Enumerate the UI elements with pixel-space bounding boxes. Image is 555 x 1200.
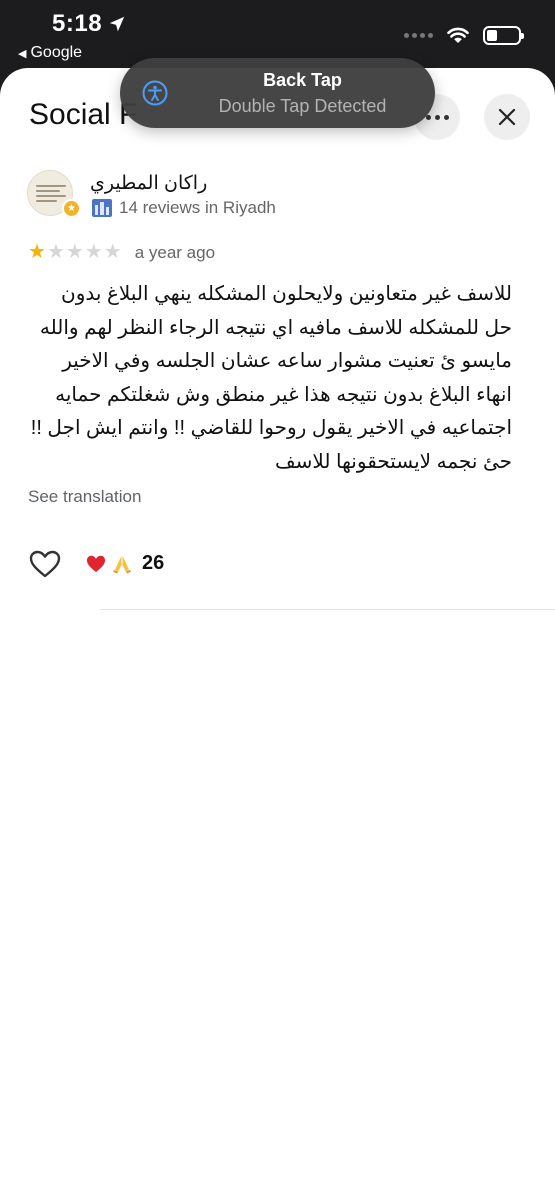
folded-hands-emoji [112,554,132,574]
star-empty-icon: ★ [65,241,84,263]
back-triangle-icon: ◀ [18,47,27,60]
star-empty-icon: ★ [46,241,65,263]
star-filled-icon: ★ [28,241,46,263]
signal-dots-icon [404,33,433,38]
star-rating: ★★★★★ [28,242,123,263]
rating-row: ★★★★★ a year ago [28,242,215,263]
local-guide-badge-icon: ★ [62,199,81,218]
back-tap-toast: Back Tap Double Tap Detected [120,58,435,128]
back-to-app-link[interactable]: ◀ Google [18,44,82,62]
reactions-summary[interactable]: 26 [86,552,164,575]
close-icon [498,108,516,126]
toast-title: Back Tap [263,70,342,90]
reviewer-review-count: 14 reviews in Riyadh [119,198,276,217]
star-empty-icon: ★ [103,241,122,263]
city-icon [92,199,112,217]
review-time: a year ago [134,242,216,262]
close-button[interactable] [484,94,530,140]
divider [100,609,555,610]
clock: 5:18 [52,10,126,38]
status-icons [404,26,524,45]
star-empty-icon: ★ [84,241,103,263]
status-time: 5:18 [52,10,103,37]
see-translation-link[interactable]: See translation [28,487,141,507]
reviewer-meta: 14 reviews in Riyadh [92,198,276,218]
location-arrow-icon [109,16,125,32]
like-heart-icon[interactable] [28,549,62,579]
wifi-icon [447,27,469,43]
reviewer-name[interactable]: راكان المطيري [90,172,207,195]
toast-subtitle: Double Tap Detected [218,96,387,116]
battery-icon [483,26,524,45]
accessibility-icon [142,80,168,106]
reaction-count: 26 [142,552,165,574]
review-text: للاسف غير متعاونين ولايحلون المشكله ينهي… [30,283,512,473]
review-sheet: Social F ★ راكان المطيري 14 reviews in R… [0,68,555,1200]
back-app-label: Google [30,44,83,61]
red-heart-emoji [86,554,106,574]
